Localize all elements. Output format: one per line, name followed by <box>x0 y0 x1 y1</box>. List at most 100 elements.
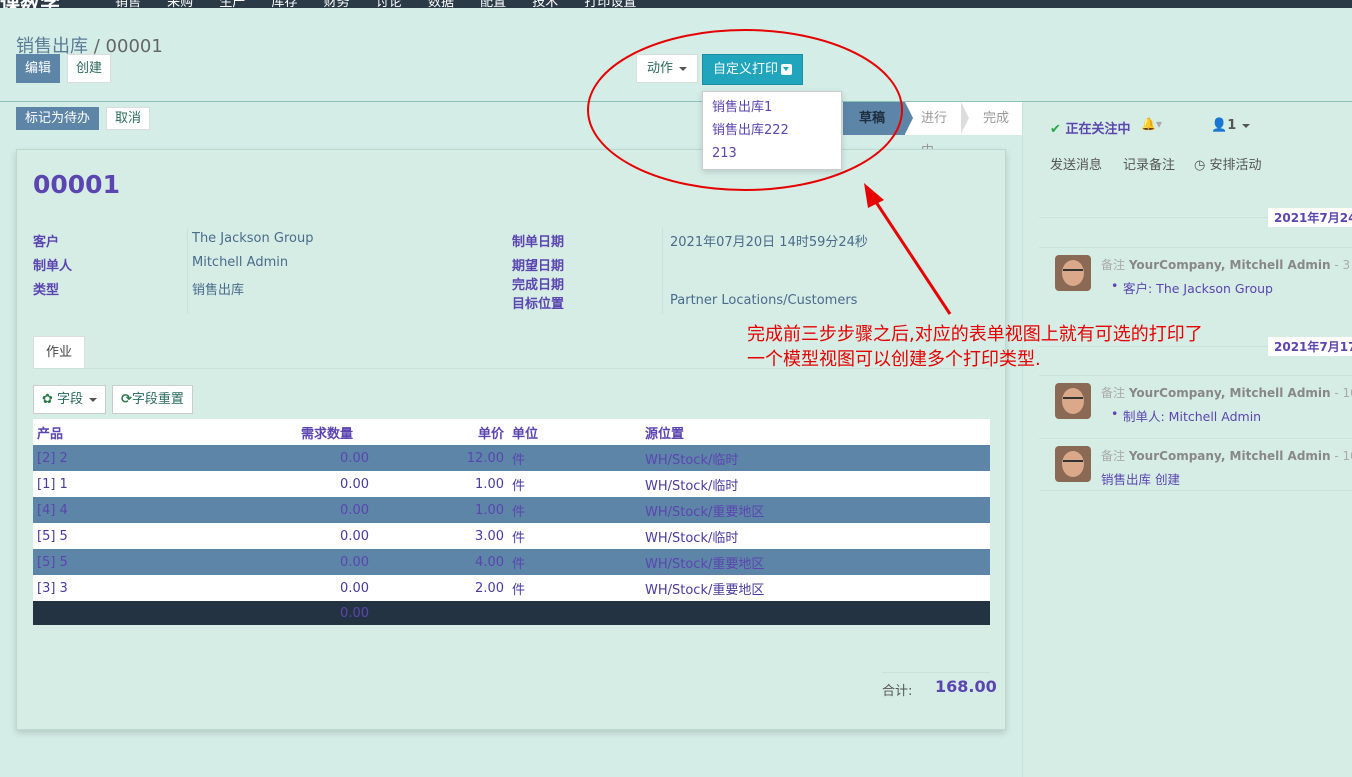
column-header-price[interactable]: 单价 <box>373 419 508 445</box>
stage-draft[interactable]: 草稿 <box>843 102 913 135</box>
field-label-creator: 制单人 <box>33 259 73 274</box>
cell-product: [5] 5 <box>33 549 263 575</box>
caret-down-icon <box>89 397 98 402</box>
footer-cell <box>373 601 508 625</box>
record-title: 00001 <box>33 170 120 199</box>
menu-item-inventory[interactable]: 库存 <box>271 0 297 8</box>
action-label: 动作 <box>647 61 674 76</box>
gear-icon: ✿ <box>42 392 53 407</box>
custom-print-button[interactable]: 自定义打印 <box>702 54 804 85</box>
chatter-message: 备注 YourCompany, Mitchell Admin - 10 天前 销… <box>1039 438 1352 491</box>
create-button[interactable]: 创建 <box>67 54 112 83</box>
message-body: 客户: The Jackson Group <box>1111 278 1273 297</box>
refresh-icon: ⟳ <box>121 392 132 407</box>
edit-button[interactable]: 编辑 <box>16 54 61 83</box>
print-menu-item[interactable]: 销售出库1 <box>703 96 841 119</box>
custom-print-label: 自定义打印 <box>713 62 779 77</box>
total-divider <box>882 672 990 673</box>
print-menu-item[interactable]: 213 <box>703 142 841 165</box>
message-author[interactable]: YourCompany, Mitchell Admin <box>1129 449 1331 463</box>
menu-item-data[interactable]: 数据 <box>428 0 454 8</box>
column-header-qty[interactable]: 需求数量 <box>263 419 373 445</box>
fields-reset-label: 字段重置 <box>131 392 184 407</box>
message-type: 备注 <box>1101 386 1126 400</box>
menu-item-tech[interactable]: 技术 <box>532 0 558 8</box>
cell-uom: 件 <box>508 471 641 497</box>
total-value: 168.00 <box>935 677 997 696</box>
field-value-creator[interactable]: Mitchell Admin <box>192 255 288 270</box>
cell-source-location: WH/Stock/重要地区 <box>641 575 990 601</box>
table-row[interactable]: [4] 4 0.00 1.00 件 WH/Stock/重要地区 <box>33 497 990 523</box>
print-dropdown-menu: 销售出库1 销售出库222 213 <box>702 91 842 170</box>
table-row[interactable]: [5] 5 0.00 4.00 件 WH/Stock/重要地区 <box>33 549 990 575</box>
print-menu-item[interactable]: 销售出库222 <box>703 119 841 142</box>
cell-source-location: WH/Stock/临时 <box>641 523 990 549</box>
message-time: - 10 天前 <box>1334 449 1352 463</box>
cancel-button[interactable]: 取消 <box>106 107 151 130</box>
notification-bell-icon[interactable]: 🔔▾ <box>1141 117 1162 131</box>
field-value-customer[interactable]: The Jackson Group <box>192 231 313 246</box>
field-value-create-date[interactable]: 2021年07月20日 14时59分24秒 <box>670 231 868 250</box>
message-author[interactable]: YourCompany, Mitchell Admin <box>1129 258 1331 272</box>
footer-cell <box>641 601 990 625</box>
app-brand[interactable]: 课数字 <box>0 0 60 8</box>
avatar[interactable] <box>1055 383 1091 419</box>
stage-done[interactable]: 完成 <box>961 102 1025 135</box>
cell-uom: 件 <box>508 497 641 523</box>
menu-item-sales[interactable]: 销售 <box>115 0 141 8</box>
status-bar: 草稿 进行中 完成 <box>843 102 1025 159</box>
field-label-done-date: 完成日期 <box>512 278 565 293</box>
mark-todo-button[interactable]: 标记为待办 <box>16 107 100 130</box>
field-label-expected-date: 期望日期 <box>512 259 565 274</box>
footer-qty-sum: 0.00 <box>263 601 373 625</box>
field-label-destination: 目标位置 <box>512 297 565 312</box>
menu-item-config[interactable]: 配置 <box>480 0 506 8</box>
clock-icon: ◷ <box>1194 158 1206 173</box>
table-row[interactable]: [2] 2 0.00 12.00 件 WH/Stock/临时 <box>33 445 990 471</box>
menu-item-purchase[interactable]: 采购 <box>167 0 193 8</box>
fields-dropdown-button[interactable]: ✿ 字段 <box>33 385 107 414</box>
message-header: 备注 YourCompany, Mitchell Admin - 3 天前 <box>1101 256 1352 273</box>
followers-button[interactable]: 👤1 <box>1211 118 1251 133</box>
menu-item-discuss[interactable]: 讨论 <box>376 0 402 8</box>
column-header-source-location[interactable]: 源位置 <box>641 419 990 445</box>
avatar-face <box>1062 388 1084 414</box>
follow-label: 正在关注中 <box>1065 122 1131 137</box>
send-message-button[interactable]: 发送消息 <box>1050 154 1102 173</box>
table-row[interactable]: [3] 3 0.00 2.00 件 WH/Stock/重要地区 <box>33 575 990 601</box>
stage-in-progress[interactable]: 进行中 <box>905 102 969 159</box>
schedule-activity-button[interactable]: ◷ 安排活动 <box>1194 154 1262 173</box>
cell-price: 2.00 <box>373 575 508 601</box>
cell-qty: 0.00 <box>263 497 373 523</box>
chatter-message: 备注 YourCompany, Mitchell Admin - 3 天前 客户… <box>1039 247 1352 309</box>
cell-source-location: WH/Stock/临时 <box>641 445 990 471</box>
avatar[interactable] <box>1055 446 1091 482</box>
menu-item-print-settings[interactable]: 打印设置 <box>584 0 636 8</box>
table-footer-row: 0.00 <box>33 601 990 625</box>
date-label: 2021年7月17 <box>1268 337 1352 356</box>
annotation-text: 完成前三步步骤之后,对应的表单视图上就有可选的打印了 一个模型视图可以创建多个打… <box>747 322 1203 372</box>
fields-reset-button[interactable]: ⟳字段重置 <box>112 385 193 414</box>
followers-count: 1 <box>1227 118 1237 133</box>
menu-item-finance[interactable]: 财务 <box>324 0 350 8</box>
column-header-product[interactable]: 产品 <box>33 419 263 445</box>
log-note-button[interactable]: 记录备注 <box>1123 154 1175 173</box>
table-row[interactable]: [1] 1 0.00 1.00 件 WH/Stock/临时 <box>33 471 990 497</box>
tab-operations[interactable]: 作业 <box>33 336 86 369</box>
menu-item-manufacturing[interactable]: 生产 <box>219 0 245 8</box>
cell-qty: 0.00 <box>263 471 373 497</box>
field-value-type[interactable]: 销售出库 <box>192 279 244 298</box>
top-menu: 销售 采购 生产 库存 财务 讨论 数据 配置 技术 打印设置 <box>115 0 658 8</box>
cell-product: [2] 2 <box>33 445 263 471</box>
cell-uom: 件 <box>508 445 641 471</box>
field-divider <box>662 228 663 314</box>
follow-button[interactable]: ✔ 正在关注中 <box>1050 118 1130 137</box>
column-header-uom[interactable]: 单位 <box>508 419 641 445</box>
avatar[interactable] <box>1055 255 1091 291</box>
cell-qty: 0.00 <box>263 445 373 471</box>
cell-uom: 件 <box>508 575 641 601</box>
field-value-destination[interactable]: Partner Locations/Customers <box>670 293 857 308</box>
table-row[interactable]: [5] 5 0.00 3.00 件 WH/Stock/临时 <box>33 523 990 549</box>
message-author[interactable]: YourCompany, Mitchell Admin <box>1129 386 1331 400</box>
action-dropdown-button[interactable]: 动作 <box>636 54 699 83</box>
